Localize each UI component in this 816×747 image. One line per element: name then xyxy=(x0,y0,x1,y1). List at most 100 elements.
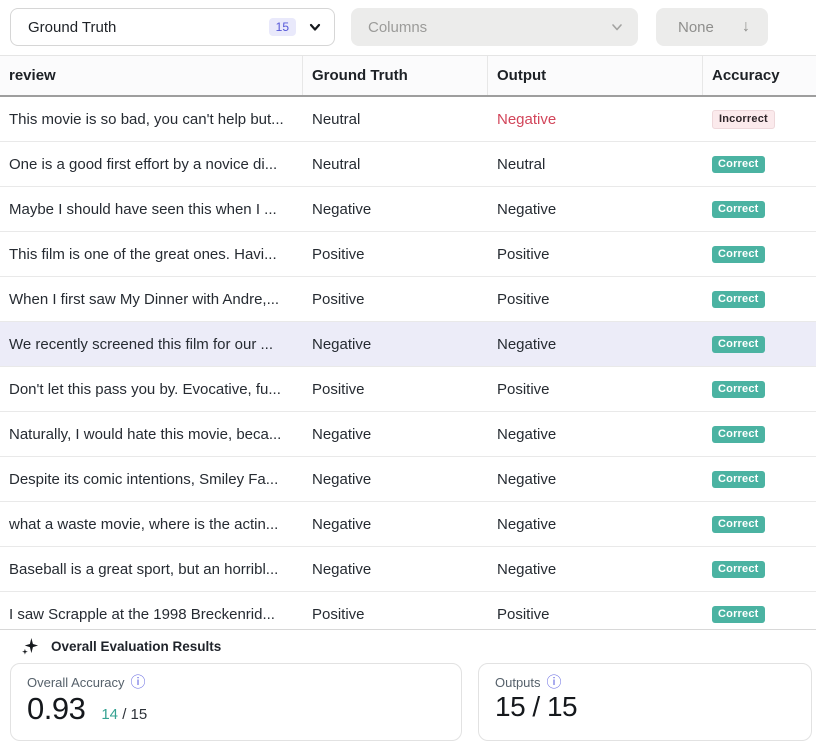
info-icon[interactable]: ⓘ xyxy=(131,675,146,690)
accuracy-badge: Correct xyxy=(712,606,765,623)
ground-truth-cell: Negative xyxy=(303,187,488,231)
ground-truth-cell: Negative xyxy=(303,457,488,501)
column-header-ground-truth[interactable]: Ground Truth xyxy=(303,56,488,95)
review-cell: This film is one of the great ones. Havi… xyxy=(0,232,303,276)
overall-results-header: Overall Evaluation Results xyxy=(20,637,221,656)
column-header-accuracy[interactable]: Accuracy xyxy=(703,56,816,95)
accuracy-badge: Correct xyxy=(712,471,765,488)
table-row[interactable]: Despite its comic intentions, Smiley Fa.… xyxy=(0,457,816,502)
sort-button[interactable]: None ↓ xyxy=(656,8,768,46)
ground-truth-cell: Neutral xyxy=(303,142,488,186)
ground-truth-cell: Positive xyxy=(303,277,488,321)
accuracy-badge: Correct xyxy=(712,291,765,308)
review-cell: One is a good first effort by a novice d… xyxy=(0,142,303,186)
table-row[interactable]: Baseball is a great sport, but an horrib… xyxy=(0,547,816,592)
overall-results-panel: Overall Evaluation Results Overall Accur… xyxy=(0,629,816,747)
columns-select-placeholder: Columns xyxy=(368,19,427,36)
accuracy-cell: Correct xyxy=(703,367,816,411)
review-cell: what a waste movie, where is the actin..… xyxy=(0,502,303,546)
outputs-value: 15 / 15 xyxy=(495,691,577,723)
accuracy-cell: Correct xyxy=(703,457,816,501)
review-cell: Despite its comic intentions, Smiley Fa.… xyxy=(0,457,303,501)
ground-truth-cell: Positive xyxy=(303,232,488,276)
accuracy-cell: Correct xyxy=(703,547,816,591)
review-cell: Naturally, I would hate this movie, beca… xyxy=(0,412,303,456)
overall-accuracy-fraction: 14 / 15 xyxy=(101,706,147,723)
results-table: review Ground Truth Output Accuracy This… xyxy=(0,56,816,637)
column-header-output[interactable]: Output xyxy=(488,56,703,95)
accuracy-badge: Correct xyxy=(712,246,765,263)
overall-accuracy-value: 0.93 xyxy=(27,691,85,727)
review-cell: Baseball is a great sport, but an horrib… xyxy=(0,547,303,591)
output-cell: Negative xyxy=(488,322,703,366)
ground-truth-cell: Neutral xyxy=(303,97,488,141)
accuracy-cell: Incorrect xyxy=(703,97,816,141)
chevron-down-icon xyxy=(610,20,624,34)
table-row[interactable]: We recently screened this film for our .… xyxy=(0,322,816,367)
ground-truth-select-label: Ground Truth xyxy=(28,19,116,36)
accuracy-badge: Correct xyxy=(712,336,765,353)
arrow-down-icon: ↓ xyxy=(742,18,750,36)
table-row[interactable]: Maybe I should have seen this when I ...… xyxy=(0,187,816,232)
ground-truth-select[interactable]: Ground Truth 15 xyxy=(10,8,335,46)
review-cell: Maybe I should have seen this when I ... xyxy=(0,187,303,231)
review-cell: When I first saw My Dinner with Andre,..… xyxy=(0,277,303,321)
output-cell: Negative xyxy=(488,502,703,546)
output-cell: Negative xyxy=(488,187,703,231)
accuracy-badge: Incorrect xyxy=(712,110,775,129)
chevron-down-icon xyxy=(308,20,322,34)
accuracy-badge: Correct xyxy=(712,381,765,398)
table-row[interactable]: what a waste movie, where is the actin..… xyxy=(0,502,816,547)
accuracy-cell: Correct xyxy=(703,322,816,366)
sort-button-label: None xyxy=(678,19,714,36)
accuracy-cell: Correct xyxy=(703,232,816,276)
output-cell: Neutral xyxy=(488,142,703,186)
table-row[interactable]: This film is one of the great ones. Havi… xyxy=(0,232,816,277)
table-row[interactable]: Naturally, I would hate this movie, beca… xyxy=(0,412,816,457)
output-cell: Negative xyxy=(488,97,703,141)
total-count: 15 xyxy=(131,706,148,723)
table-row[interactable]: This movie is so bad, you can't help but… xyxy=(0,97,816,142)
table-row[interactable]: One is a good first effort by a novice d… xyxy=(0,142,816,187)
table-row[interactable]: Don't let this pass you by. Evocative, f… xyxy=(0,367,816,412)
accuracy-cell: Correct xyxy=(703,412,816,456)
outputs-label: Outputs xyxy=(495,675,541,690)
accuracy-badge: Correct xyxy=(712,561,765,578)
output-cell: Negative xyxy=(488,547,703,591)
accuracy-badge: Correct xyxy=(712,426,765,443)
accuracy-badge: Correct xyxy=(712,201,765,218)
ground-truth-cell: Negative xyxy=(303,547,488,591)
sparkles-icon xyxy=(20,637,39,656)
ground-truth-cell: Negative xyxy=(303,412,488,456)
column-header-review[interactable]: review xyxy=(0,56,303,95)
output-cell: Positive xyxy=(488,277,703,321)
output-cell: Positive xyxy=(488,367,703,411)
info-icon[interactable]: ⓘ xyxy=(547,675,562,690)
overall-accuracy-card: Overall Accuracy ⓘ 0.93 14 / 15 xyxy=(10,663,462,741)
table-body: This movie is so bad, you can't help but… xyxy=(0,97,816,637)
output-cell: Positive xyxy=(488,232,703,276)
evaluation-results-screen: Ground Truth 15 Columns None ↓ review Gr… xyxy=(0,0,816,747)
ground-truth-cell: Negative xyxy=(303,322,488,366)
outputs-card: Outputs ⓘ 15 / 15 xyxy=(478,663,812,741)
toolbar: Ground Truth 15 Columns None ↓ xyxy=(0,0,816,56)
table-header-row: review Ground Truth Output Accuracy xyxy=(0,56,816,97)
review-cell: Don't let this pass you by. Evocative, f… xyxy=(0,367,303,411)
row-count-badge: 15 xyxy=(269,18,296,36)
accuracy-cell: Correct xyxy=(703,187,816,231)
overall-accuracy-label: Overall Accuracy xyxy=(27,675,125,690)
fraction-separator: / xyxy=(118,706,131,723)
overall-results-title: Overall Evaluation Results xyxy=(51,639,221,654)
accuracy-badge: Correct xyxy=(712,156,765,173)
accuracy-cell: Correct xyxy=(703,502,816,546)
table-row[interactable]: When I first saw My Dinner with Andre,..… xyxy=(0,277,816,322)
accuracy-cell: Correct xyxy=(703,142,816,186)
output-cell: Negative xyxy=(488,457,703,501)
columns-select[interactable]: Columns xyxy=(351,8,638,46)
ground-truth-cell: Negative xyxy=(303,502,488,546)
correct-count: 14 xyxy=(101,706,118,723)
ground-truth-cell: Positive xyxy=(303,367,488,411)
review-cell: This movie is so bad, you can't help but… xyxy=(0,97,303,141)
review-cell: We recently screened this film for our .… xyxy=(0,322,303,366)
accuracy-badge: Correct xyxy=(712,516,765,533)
